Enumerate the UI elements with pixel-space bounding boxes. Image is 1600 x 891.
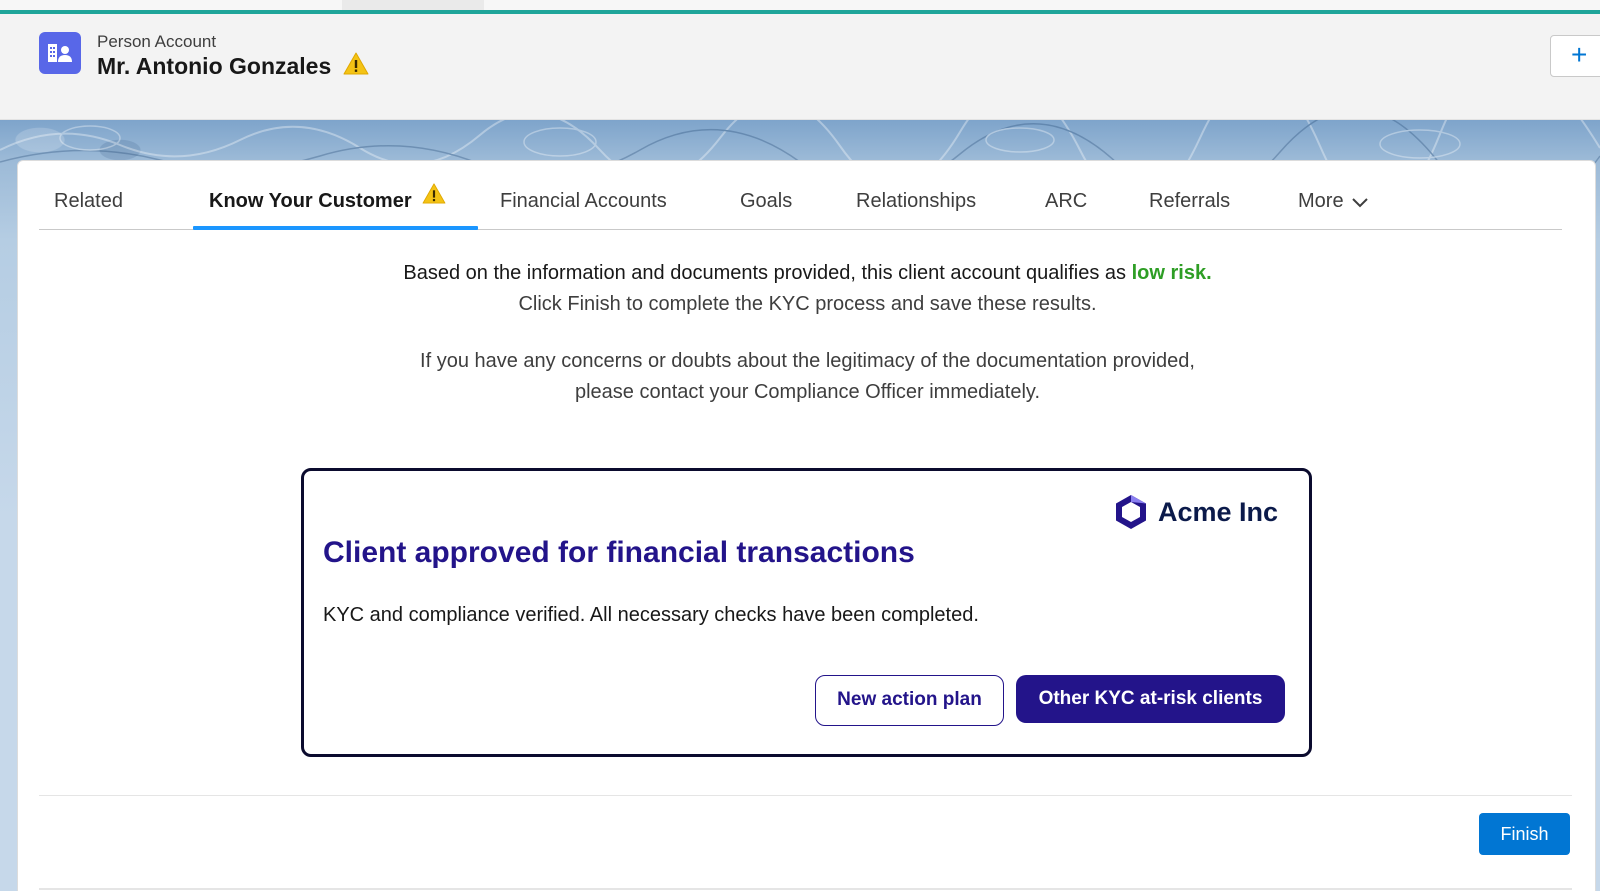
browser-top-strip xyxy=(0,0,1600,10)
tab-label: Know Your Customer xyxy=(209,190,412,212)
compliance-note-line-2: please contact your Compliance Officer i… xyxy=(574,381,1041,403)
footer-divider xyxy=(39,795,1572,796)
warning-icon xyxy=(422,182,446,214)
chevron-down-icon xyxy=(1351,186,1368,218)
other-kyc-at-risk-clients-button[interactable]: Other KYC at-risk clients xyxy=(1016,675,1285,723)
record-header: Person Account Mr. Antonio Gonzales + xyxy=(0,14,1600,120)
tab-more[interactable]: More xyxy=(1298,185,1368,229)
compliance-note-line-1: If you have any concerns or doubts about… xyxy=(420,350,1195,372)
kyc-result-line-1: Based on the information and documents p… xyxy=(18,258,1597,289)
brand-name: Acme Inc xyxy=(1158,496,1279,527)
tab-label: ARC xyxy=(1045,190,1088,212)
tab-bar: Related Know Your Customer Financial Acc… xyxy=(39,182,1562,230)
finish-button[interactable]: Finish xyxy=(1479,813,1570,855)
top-tab-hint xyxy=(342,0,484,10)
tab-financial-accounts[interactable]: Financial Accounts xyxy=(500,185,667,229)
bottom-divider xyxy=(39,888,1572,890)
acme-logo-icon xyxy=(1116,495,1146,529)
record-type-label: Person Account xyxy=(97,32,217,51)
tab-label: Related xyxy=(54,190,123,212)
tab-label: More xyxy=(1298,190,1344,212)
new-action-plan-button[interactable]: New action plan xyxy=(815,675,1004,726)
kyc-result-text: Based on the information and documents p… xyxy=(403,262,1127,284)
tab-label: Goals xyxy=(740,190,793,212)
tab-goals[interactable]: Goals xyxy=(740,185,792,229)
tab-relationships[interactable]: Relationships xyxy=(856,185,976,229)
record-name: Mr. Antonio Gonzales xyxy=(97,53,332,79)
tab-label: Relationships xyxy=(856,190,977,212)
risk-level-label: low risk. xyxy=(1131,262,1212,284)
approval-description: KYC and compliance verified. All necessa… xyxy=(323,604,979,626)
approval-title: Client approved for financial transactio… xyxy=(323,536,915,569)
main-card: Related Know Your Customer Financial Acc… xyxy=(17,160,1596,891)
warning-icon[interactable] xyxy=(343,52,369,81)
person-account-icon xyxy=(39,32,81,74)
tab-related[interactable]: Related xyxy=(54,185,123,229)
add-button[interactable]: + xyxy=(1550,35,1600,77)
tab-referrals[interactable]: Referrals xyxy=(1149,185,1230,229)
tab-label: Financial Accounts xyxy=(500,190,667,212)
kyc-instruction: Click Finish to complete the KYC process… xyxy=(518,293,1097,315)
tab-know-your-customer[interactable]: Know Your Customer xyxy=(209,182,446,229)
approval-card: Acme Inc Client approved for financial t… xyxy=(301,468,1312,757)
tab-arc[interactable]: ARC xyxy=(1045,185,1087,229)
tab-label: Referrals xyxy=(1149,190,1231,212)
active-tab-indicator xyxy=(193,226,478,230)
record-name-row: Mr. Antonio Gonzales xyxy=(97,52,369,81)
acme-brand: Acme Inc xyxy=(1112,493,1278,531)
